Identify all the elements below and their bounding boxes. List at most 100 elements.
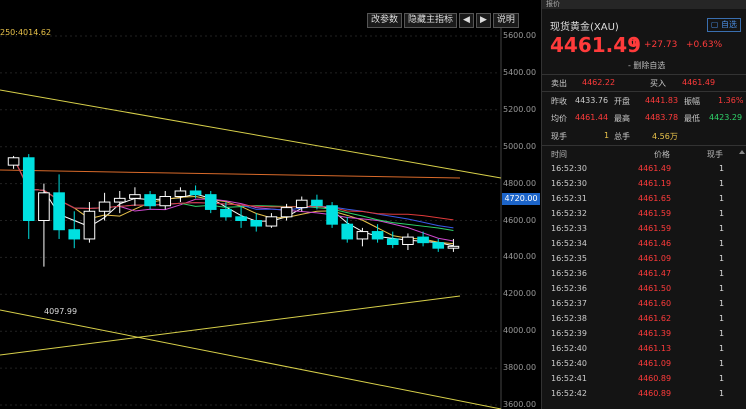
candle-body — [326, 205, 338, 225]
watchlist-button[interactable]: ▢ 自选 — [706, 18, 741, 32]
axis-tick-label: 3800.00 — [503, 363, 537, 373]
price-change: +27.73 — [644, 40, 678, 50]
low-value: 4423.29 — [709, 113, 743, 122]
tick-row: 16:52:36 4461.50 1 — [542, 282, 746, 296]
tick-time: 16:52:40 — [551, 359, 587, 368]
candle-body — [189, 190, 202, 196]
candle-body — [129, 194, 141, 199]
buy-value: 4461.49 — [682, 78, 716, 87]
scroll-up-icon[interactable] — [739, 150, 745, 154]
trend-line — [0, 295, 461, 356]
last-price: 4461.49 — [550, 33, 642, 57]
kline-chart[interactable] — [0, 0, 541, 409]
tick-time: 16:52:30 — [551, 164, 587, 173]
axis-tick-label: 4800.00 — [503, 178, 537, 188]
buy-label: 买入 — [650, 79, 666, 88]
totalvol-value: 4.56万 — [652, 132, 678, 141]
tick-volume: 1 — [719, 164, 725, 173]
tick-volume: 1 — [719, 269, 725, 278]
tick-price: 4461.59 — [638, 209, 672, 218]
ma-indicator-label: 250:4014.62 — [0, 28, 52, 37]
ticks-time-header: 时间 — [551, 150, 567, 159]
avg-value: 4461.44 — [575, 113, 609, 122]
up-arrow-icon: ⬆ — [630, 38, 639, 49]
hide-indicator-button[interactable]: 隐藏主指标 — [404, 12, 458, 28]
tick-time: 16:52:42 — [551, 389, 587, 398]
instrument-title: 现货黄金(XAU) — [550, 22, 619, 33]
candle-body — [144, 194, 156, 207]
tick-price: 4460.89 — [638, 389, 672, 398]
candle-body — [204, 194, 217, 210]
candle-body — [250, 220, 263, 227]
tick-row: 16:52:31 4461.65 1 — [542, 192, 746, 206]
tick-price: 4460.89 — [638, 374, 672, 383]
candle-body — [68, 229, 81, 240]
settings-button[interactable]: 改参数 — [367, 12, 403, 28]
trend-lines — [0, 89, 502, 409]
amplitude-label: 振幅 — [684, 97, 700, 106]
candle-body — [38, 192, 50, 221]
candle-body — [341, 223, 354, 240]
candle-body — [83, 210, 96, 240]
remove-watchlist-button[interactable]: - 删除自选 — [628, 60, 665, 71]
candle-body — [7, 157, 20, 166]
ma-line — [13, 157, 454, 231]
price-change-pct: +0.63% — [686, 40, 723, 50]
tick-price: 4461.19 — [638, 179, 672, 188]
tick-time: 16:52:30 — [551, 179, 587, 188]
tick-row: 16:52:40 4461.13 1 — [542, 342, 746, 356]
tick-row: 16:52:42 4460.89 1 — [542, 387, 746, 401]
open-value: 4441.83 — [645, 96, 679, 105]
ma-line — [13, 157, 454, 242]
candle-body — [22, 157, 35, 222]
candle-body — [113, 197, 126, 203]
tick-row: 16:52:30 4461.19 1 — [542, 177, 746, 191]
panel-tab[interactable]: 报价 — [542, 0, 746, 9]
nowvol-label: 现手 — [551, 132, 567, 141]
axis-tick-label: 4600.00 — [503, 215, 537, 225]
candle-body — [295, 199, 308, 209]
candle-body — [311, 199, 323, 207]
axis-tick-label: 5600.00 — [503, 31, 537, 40]
tick-time: 16:52:32 — [551, 209, 587, 218]
sell-value: 4462.22 — [582, 78, 616, 87]
candle-body — [174, 190, 187, 198]
tick-price: 4461.62 — [638, 314, 672, 323]
tick-time: 16:52:33 — [551, 224, 587, 233]
prev-arrow-icon[interactable]: ◀ — [459, 12, 474, 28]
ma-line — [13, 157, 454, 221]
next-arrow-icon[interactable]: ▶ — [475, 12, 491, 28]
tick-row: 16:52:38 4461.62 1 — [542, 312, 746, 326]
candle-body — [371, 231, 384, 240]
amplitude-value: 1.36% — [718, 96, 744, 105]
tick-volume: 1 — [719, 209, 725, 218]
help-button[interactable]: 说明 — [492, 12, 519, 28]
trend-line — [0, 169, 461, 179]
tick-volume: 1 — [719, 314, 725, 323]
tick-row: 16:52:41 4460.89 1 — [542, 372, 746, 386]
kline-chart-panel[interactable]: 改参数 隐藏主指标 ◀ ▶ 说明 250:4014.62 5600.00 5400… — [0, 0, 541, 409]
candle-body — [159, 196, 172, 207]
quote-panel: 报价 现货黄金(XAU) ▢ 自选 4461.49 ⬆ +27.73 +0.63… — [541, 0, 746, 409]
tick-row: 16:52:32 4461.59 1 — [542, 207, 746, 221]
nowvol-value: 1 — [604, 131, 610, 140]
tick-time: 16:52:36 — [551, 269, 587, 278]
axis-tick-label: 4000.00 — [503, 326, 537, 336]
tick-time: 16:52:36 — [551, 284, 587, 293]
tick-price: 4461.09 — [638, 254, 672, 263]
candle-body — [417, 236, 429, 244]
prevclose-label: 昨收 — [551, 97, 567, 106]
low-price-label: 4097.99 — [44, 307, 78, 316]
ma-line — [13, 157, 454, 229]
avg-label: 均价 — [551, 114, 567, 123]
tick-time: 16:52:37 — [551, 299, 587, 308]
tick-time: 16:52:39 — [551, 329, 587, 338]
ticks-vol-header: 现手 — [707, 150, 723, 159]
tick-price: 4461.47 — [638, 269, 672, 278]
tick-volume: 1 — [719, 254, 725, 263]
divider — [542, 91, 746, 92]
tick-price: 4461.50 — [638, 284, 672, 293]
tick-time: 16:52:35 — [551, 254, 587, 263]
candle-body — [235, 216, 247, 221]
candle-body — [98, 201, 111, 212]
